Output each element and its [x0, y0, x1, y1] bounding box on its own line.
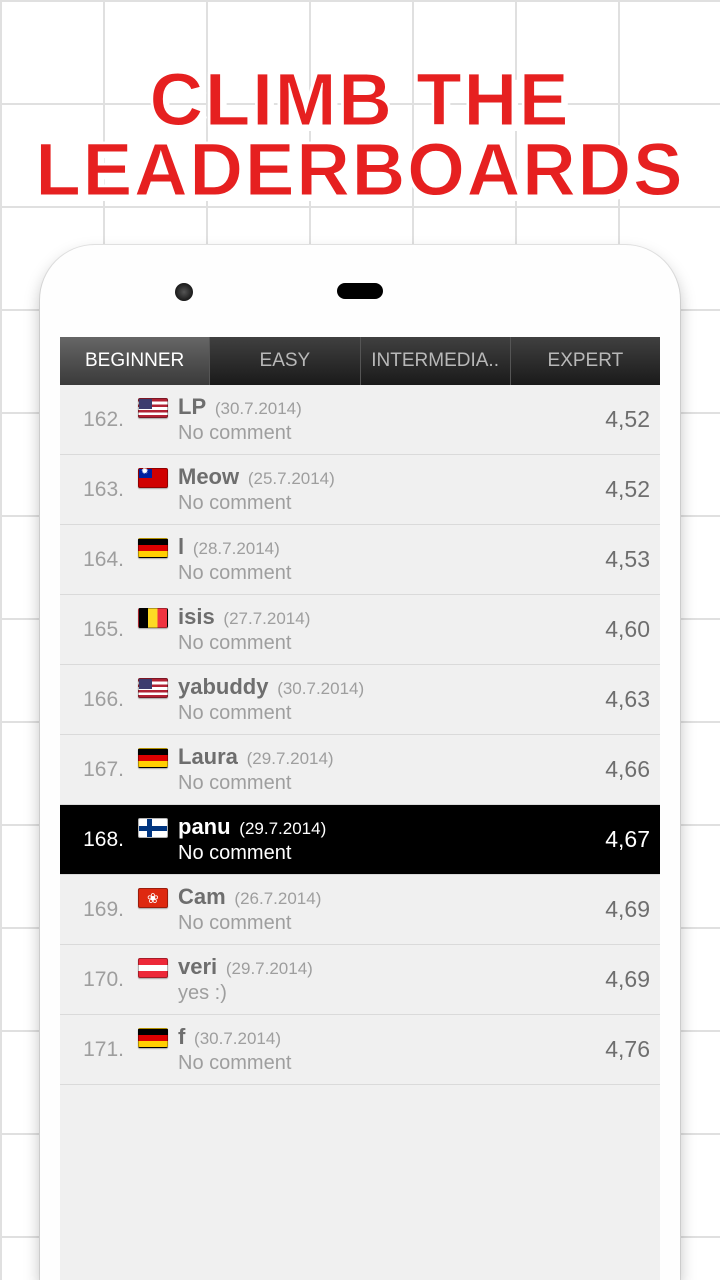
player-comment: No comment [178, 772, 599, 795]
entry-date: (29.7.2014) [242, 749, 334, 768]
flag-icon [138, 818, 168, 838]
player-score: 4,66 [605, 756, 650, 783]
player-info: yabuddy (30.7.2014) No comment [178, 674, 599, 725]
player-comment: yes :) [178, 982, 599, 1005]
player-score: 4,69 [605, 966, 650, 993]
entry-date: (28.7.2014) [188, 539, 280, 558]
player-comment: No comment [178, 1052, 599, 1075]
rank-number: 163. [66, 478, 124, 502]
rank-number: 167. [66, 758, 124, 782]
flag-icon [138, 468, 168, 488]
flag-icon [138, 1028, 168, 1048]
player-comment: No comment [178, 492, 599, 515]
flag-icon [138, 748, 168, 768]
player-name: yabuddy [178, 674, 268, 699]
flag-icon [138, 888, 168, 908]
flag-icon [138, 398, 168, 418]
leaderboard-row[interactable]: 170. veri (29.7.2014) yes :) 4,69 [60, 945, 660, 1015]
player-score: 4,53 [605, 546, 650, 573]
player-info: l (28.7.2014) No comment [178, 534, 599, 585]
player-info: Laura (29.7.2014) No comment [178, 744, 599, 795]
player-info: veri (29.7.2014) yes :) [178, 954, 599, 1005]
player-name: f [178, 1024, 185, 1049]
phone-bezel [40, 245, 680, 337]
entry-date: (26.7.2014) [230, 889, 322, 908]
entry-date: (30.7.2014) [210, 399, 302, 418]
player-name: Laura [178, 744, 238, 769]
player-score: 4,52 [605, 476, 650, 503]
entry-date: (27.7.2014) [219, 609, 311, 628]
entry-date: (29.7.2014) [221, 959, 313, 978]
player-score: 4,52 [605, 406, 650, 433]
difficulty-tabs: BEGINNEREASYINTERMEDIA..EXPERT [60, 337, 660, 385]
leaderboard-row[interactable]: 166. yabuddy (30.7.2014) No comment 4,63 [60, 665, 660, 735]
player-info: f (30.7.2014) No comment [178, 1024, 599, 1075]
leaderboard-row[interactable]: 167. Laura (29.7.2014) No comment 4,66 [60, 735, 660, 805]
player-name: Meow [178, 464, 239, 489]
leaderboard-row[interactable]: 162. LP (30.7.2014) No comment 4,52 [60, 385, 660, 455]
rank-number: 170. [66, 968, 124, 992]
tab-intermedia[interactable]: INTERMEDIA.. [360, 337, 510, 385]
player-comment: No comment [178, 562, 599, 585]
rank-number: 166. [66, 688, 124, 712]
player-name: Cam [178, 884, 226, 909]
player-score: 4,69 [605, 896, 650, 923]
flag-icon [138, 678, 168, 698]
leaderboard-list[interactable]: 162. LP (30.7.2014) No comment 4,52 163. Meow… [60, 385, 660, 1085]
entry-date: (25.7.2014) [243, 469, 335, 488]
rank-number: 169. [66, 898, 124, 922]
player-info: Cam (26.7.2014) No comment [178, 884, 599, 935]
speaker-icon [337, 283, 383, 299]
rank-number: 168. [66, 828, 124, 852]
flag-icon [138, 958, 168, 978]
leaderboard-row[interactable]: 164. l (28.7.2014) No comment 4,53 [60, 525, 660, 595]
player-name: veri [178, 954, 217, 979]
rank-number: 171. [66, 1038, 124, 1062]
tab-beginner[interactable]: BEGINNER [60, 337, 209, 385]
phone-frame: BEGINNEREASYINTERMEDIA..EXPERT 162. LP (3… [40, 245, 680, 1280]
player-name: isis [178, 604, 215, 629]
player-comment: No comment [178, 632, 599, 655]
leaderboard-row[interactable]: 163. Meow (25.7.2014) No comment 4,52 [60, 455, 660, 525]
leaderboard-row[interactable]: 169. Cam (26.7.2014) No comment 4,69 [60, 875, 660, 945]
entry-date: (30.7.2014) [189, 1029, 281, 1048]
camera-icon [175, 283, 193, 301]
player-info: panu (29.7.2014) No comment [178, 814, 599, 865]
player-score: 4,67 [605, 826, 650, 853]
player-score: 4,63 [605, 686, 650, 713]
player-name: l [178, 534, 184, 559]
player-score: 4,60 [605, 616, 650, 643]
rank-number: 165. [66, 618, 124, 642]
player-name: LP [178, 394, 206, 419]
entry-date: (30.7.2014) [272, 679, 364, 698]
leaderboard-row[interactable]: 171. f (30.7.2014) No comment 4,76 [60, 1015, 660, 1085]
rank-number: 164. [66, 548, 124, 572]
player-info: isis (27.7.2014) No comment [178, 604, 599, 655]
entry-date: (29.7.2014) [235, 819, 327, 838]
player-comment: No comment [178, 702, 599, 725]
tab-easy[interactable]: EASY [209, 337, 359, 385]
player-score: 4,76 [605, 1036, 650, 1063]
rank-number: 162. [66, 408, 124, 432]
tab-expert[interactable]: EXPERT [510, 337, 660, 385]
player-info: LP (30.7.2014) No comment [178, 394, 599, 445]
player-name: panu [178, 814, 231, 839]
player-comment: No comment [178, 842, 599, 865]
flag-icon [138, 538, 168, 558]
player-comment: No comment [178, 912, 599, 935]
leaderboard-row[interactable]: 165. isis (27.7.2014) No comment 4,60 [60, 595, 660, 665]
leaderboard-row[interactable]: 168. panu (29.7.2014) No comment 4,67 [60, 805, 660, 875]
phone-screen: BEGINNEREASYINTERMEDIA..EXPERT 162. LP (3… [60, 337, 660, 1280]
promo-title: CLIMB THE LEADERBOARDS [0, 65, 720, 206]
title-line-2: LEADERBOARDS [36, 128, 685, 211]
player-comment: No comment [178, 422, 599, 445]
flag-icon [138, 608, 168, 628]
player-info: Meow (25.7.2014) No comment [178, 464, 599, 515]
